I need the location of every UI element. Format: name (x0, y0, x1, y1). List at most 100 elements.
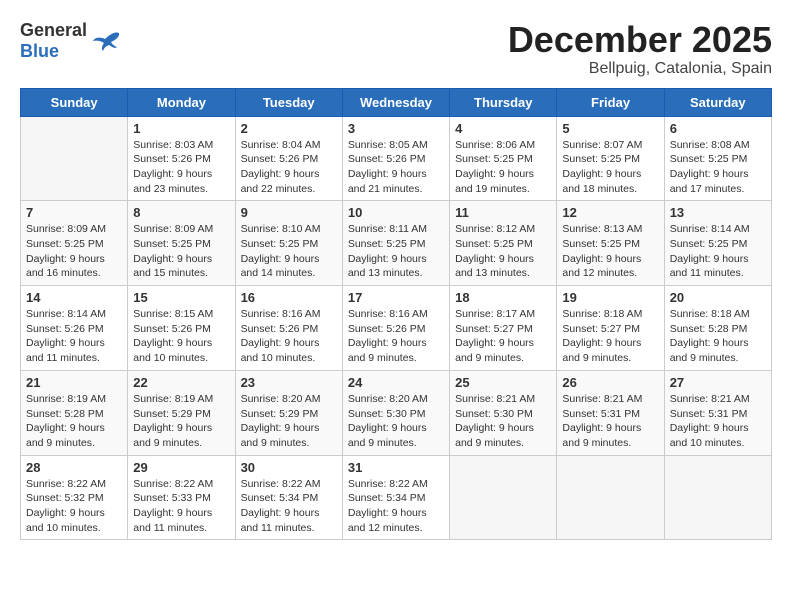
day-sun-info: Sunrise: 8:20 AMSunset: 5:30 PMDaylight:… (348, 392, 444, 451)
day-number: 3 (348, 121, 444, 136)
calendar-week-3: 14 Sunrise: 8:14 AMSunset: 5:26 PMDayligh… (21, 286, 772, 371)
calendar-cell: 19 Sunrise: 8:18 AMSunset: 5:27 PMDayligh… (557, 286, 664, 371)
day-number: 30 (241, 460, 337, 475)
calendar-cell: 22 Sunrise: 8:19 AMSunset: 5:29 PMDayligh… (128, 370, 235, 455)
day-sun-info: Sunrise: 8:14 AMSunset: 5:25 PMDaylight:… (670, 222, 766, 281)
month-year-title: December 2025 (508, 20, 772, 60)
logo-blue: Blue (20, 41, 59, 61)
day-number: 12 (562, 205, 658, 220)
calendar-body: 1Sunrise: 8:03 AMSunset: 5:26 PMDaylight… (21, 116, 772, 540)
calendar-cell: 4 Sunrise: 8:06 AMSunset: 5:25 PMDaylight… (450, 116, 557, 201)
day-sun-info: Sunrise: 8:22 AMSunset: 5:34 PMDaylight:… (348, 477, 444, 536)
calendar-cell (557, 455, 664, 540)
day-sun-info: Sunrise: 8:08 AMSunset: 5:25 PMDaylight:… (670, 138, 766, 197)
day-sun-info: Sunrise: 8:12 AMSunset: 5:25 PMDaylight:… (455, 222, 551, 281)
day-number: 10 (348, 205, 444, 220)
day-number: 31 (348, 460, 444, 475)
calendar-cell: 25Sunrise: 8:21 AMSunset: 5:30 PMDayligh… (450, 370, 557, 455)
day-number: 8 (133, 205, 229, 220)
day-number: 5 (562, 121, 658, 136)
calendar-cell: 15 Sunrise: 8:15 AMSunset: 5:26 PMDayligh… (128, 286, 235, 371)
day-sun-info: Sunrise: 8:16 AMSunset: 5:26 PMDaylight:… (241, 307, 337, 366)
day-sun-info: Sunrise: 8:22 AMSunset: 5:32 PMDaylight:… (26, 477, 122, 536)
day-number: 27 (670, 375, 766, 390)
calendar-week-5: 28 Sunrise: 8:22 AMSunset: 5:32 PMDayligh… (21, 455, 772, 540)
day-number: 4 (455, 121, 551, 136)
calendar-cell: 13Sunrise: 8:14 AMSunset: 5:25 PMDayligh… (664, 201, 771, 286)
logo-general: General (20, 20, 87, 40)
weekday-header-monday: Monday (128, 88, 235, 116)
day-sun-info: Sunrise: 8:20 AMSunset: 5:29 PMDaylight:… (241, 392, 337, 451)
weekday-header-saturday: Saturday (664, 88, 771, 116)
day-sun-info: Sunrise: 8:09 AMSunset: 5:25 PMDaylight:… (26, 222, 122, 281)
day-number: 20 (670, 290, 766, 305)
day-sun-info: Sunrise: 8:21 AMSunset: 5:31 PMDaylight:… (670, 392, 766, 451)
calendar-cell: 6 Sunrise: 8:08 AMSunset: 5:25 PMDaylight… (664, 116, 771, 201)
day-sun-info: Sunrise: 8:18 AMSunset: 5:27 PMDaylight:… (562, 307, 658, 366)
calendar-cell: 3 Sunrise: 8:05 AMSunset: 5:26 PMDaylight… (342, 116, 449, 201)
calendar-cell: 14 Sunrise: 8:14 AMSunset: 5:26 PMDayligh… (21, 286, 128, 371)
calendar-cell: 12 Sunrise: 8:13 AMSunset: 5:25 PMDayligh… (557, 201, 664, 286)
calendar-cell (21, 116, 128, 201)
day-number: 16 (241, 290, 337, 305)
day-sun-info: Sunrise: 8:09 AMSunset: 5:25 PMDaylight:… (133, 222, 229, 281)
day-sun-info: Sunrise: 8:14 AMSunset: 5:26 PMDaylight:… (26, 307, 122, 366)
day-sun-info: Sunrise: 8:10 AMSunset: 5:25 PMDaylight:… (241, 222, 337, 281)
day-number: 19 (562, 290, 658, 305)
calendar-table: SundayMondayTuesdayWednesdayThursdayFrid… (20, 88, 772, 541)
day-number: 11 (455, 205, 551, 220)
day-number: 28 (26, 460, 122, 475)
day-number: 21 (26, 375, 122, 390)
day-number: 17 (348, 290, 444, 305)
day-sun-info: Sunrise: 8:03 AMSunset: 5:26 PMDaylight:… (133, 138, 229, 197)
day-number: 26 (562, 375, 658, 390)
day-sun-info: Sunrise: 8:13 AMSunset: 5:25 PMDaylight:… (562, 222, 658, 281)
calendar-week-1: 1Sunrise: 8:03 AMSunset: 5:26 PMDaylight… (21, 116, 772, 201)
day-sun-info: Sunrise: 8:15 AMSunset: 5:26 PMDaylight:… (133, 307, 229, 366)
day-sun-info: Sunrise: 8:19 AMSunset: 5:28 PMDaylight:… (26, 392, 122, 451)
weekday-header-thursday: Thursday (450, 88, 557, 116)
day-number: 14 (26, 290, 122, 305)
logo-bird-icon (91, 29, 121, 53)
logo-text: General Blue (20, 20, 87, 62)
calendar-cell: 28 Sunrise: 8:22 AMSunset: 5:32 PMDayligh… (21, 455, 128, 540)
day-sun-info: Sunrise: 8:19 AMSunset: 5:29 PMDaylight:… (133, 392, 229, 451)
day-number: 25 (455, 375, 551, 390)
day-sun-info: Sunrise: 8:22 AMSunset: 5:33 PMDaylight:… (133, 477, 229, 536)
weekday-header-wednesday: Wednesday (342, 88, 449, 116)
calendar-cell: 8 Sunrise: 8:09 AMSunset: 5:25 PMDaylight… (128, 201, 235, 286)
calendar-cell (450, 455, 557, 540)
calendar-cell: 2 Sunrise: 8:04 AMSunset: 5:26 PMDaylight… (235, 116, 342, 201)
day-sun-info: Sunrise: 8:05 AMSunset: 5:26 PMDaylight:… (348, 138, 444, 197)
page-header: General Blue December 2025 Bellpuig, Cat… (20, 20, 772, 78)
weekday-header-sunday: Sunday (21, 88, 128, 116)
calendar-cell: 1Sunrise: 8:03 AMSunset: 5:26 PMDaylight… (128, 116, 235, 201)
day-number: 2 (241, 121, 337, 136)
day-number: 23 (241, 375, 337, 390)
calendar-cell: 27 Sunrise: 8:21 AMSunset: 5:31 PMDayligh… (664, 370, 771, 455)
day-number: 9 (241, 205, 337, 220)
day-number: 22 (133, 375, 229, 390)
calendar-cell: 5Sunrise: 8:07 AMSunset: 5:25 PMDaylight… (557, 116, 664, 201)
calendar-cell: 29 Sunrise: 8:22 AMSunset: 5:33 PMDayligh… (128, 455, 235, 540)
calendar-cell: 9 Sunrise: 8:10 AMSunset: 5:25 PMDaylight… (235, 201, 342, 286)
calendar-cell: 20 Sunrise: 8:18 AMSunset: 5:28 PMDayligh… (664, 286, 771, 371)
day-number: 15 (133, 290, 229, 305)
day-sun-info: Sunrise: 8:18 AMSunset: 5:28 PMDaylight:… (670, 307, 766, 366)
calendar-cell: 17Sunrise: 8:16 AMSunset: 5:26 PMDayligh… (342, 286, 449, 371)
day-sun-info: Sunrise: 8:11 AMSunset: 5:25 PMDaylight:… (348, 222, 444, 281)
calendar-cell: 30Sunrise: 8:22 AMSunset: 5:34 PMDayligh… (235, 455, 342, 540)
calendar-cell: 7Sunrise: 8:09 AMSunset: 5:25 PMDaylight… (21, 201, 128, 286)
day-sun-info: Sunrise: 8:06 AMSunset: 5:25 PMDaylight:… (455, 138, 551, 197)
day-number: 29 (133, 460, 229, 475)
calendar-title-area: December 2025 Bellpuig, Catalonia, Spain (508, 20, 772, 78)
calendar-week-2: 7Sunrise: 8:09 AMSunset: 5:25 PMDaylight… (21, 201, 772, 286)
weekday-header-friday: Friday (557, 88, 664, 116)
day-sun-info: Sunrise: 8:04 AMSunset: 5:26 PMDaylight:… (241, 138, 337, 197)
day-sun-info: Sunrise: 8:17 AMSunset: 5:27 PMDaylight:… (455, 307, 551, 366)
location-subtitle: Bellpuig, Catalonia, Spain (508, 60, 772, 78)
calendar-cell: 26Sunrise: 8:21 AMSunset: 5:31 PMDayligh… (557, 370, 664, 455)
calendar-week-4: 21 Sunrise: 8:19 AMSunset: 5:28 PMDayligh… (21, 370, 772, 455)
day-number: 6 (670, 121, 766, 136)
calendar-cell: 11 Sunrise: 8:12 AMSunset: 5:25 PMDayligh… (450, 201, 557, 286)
